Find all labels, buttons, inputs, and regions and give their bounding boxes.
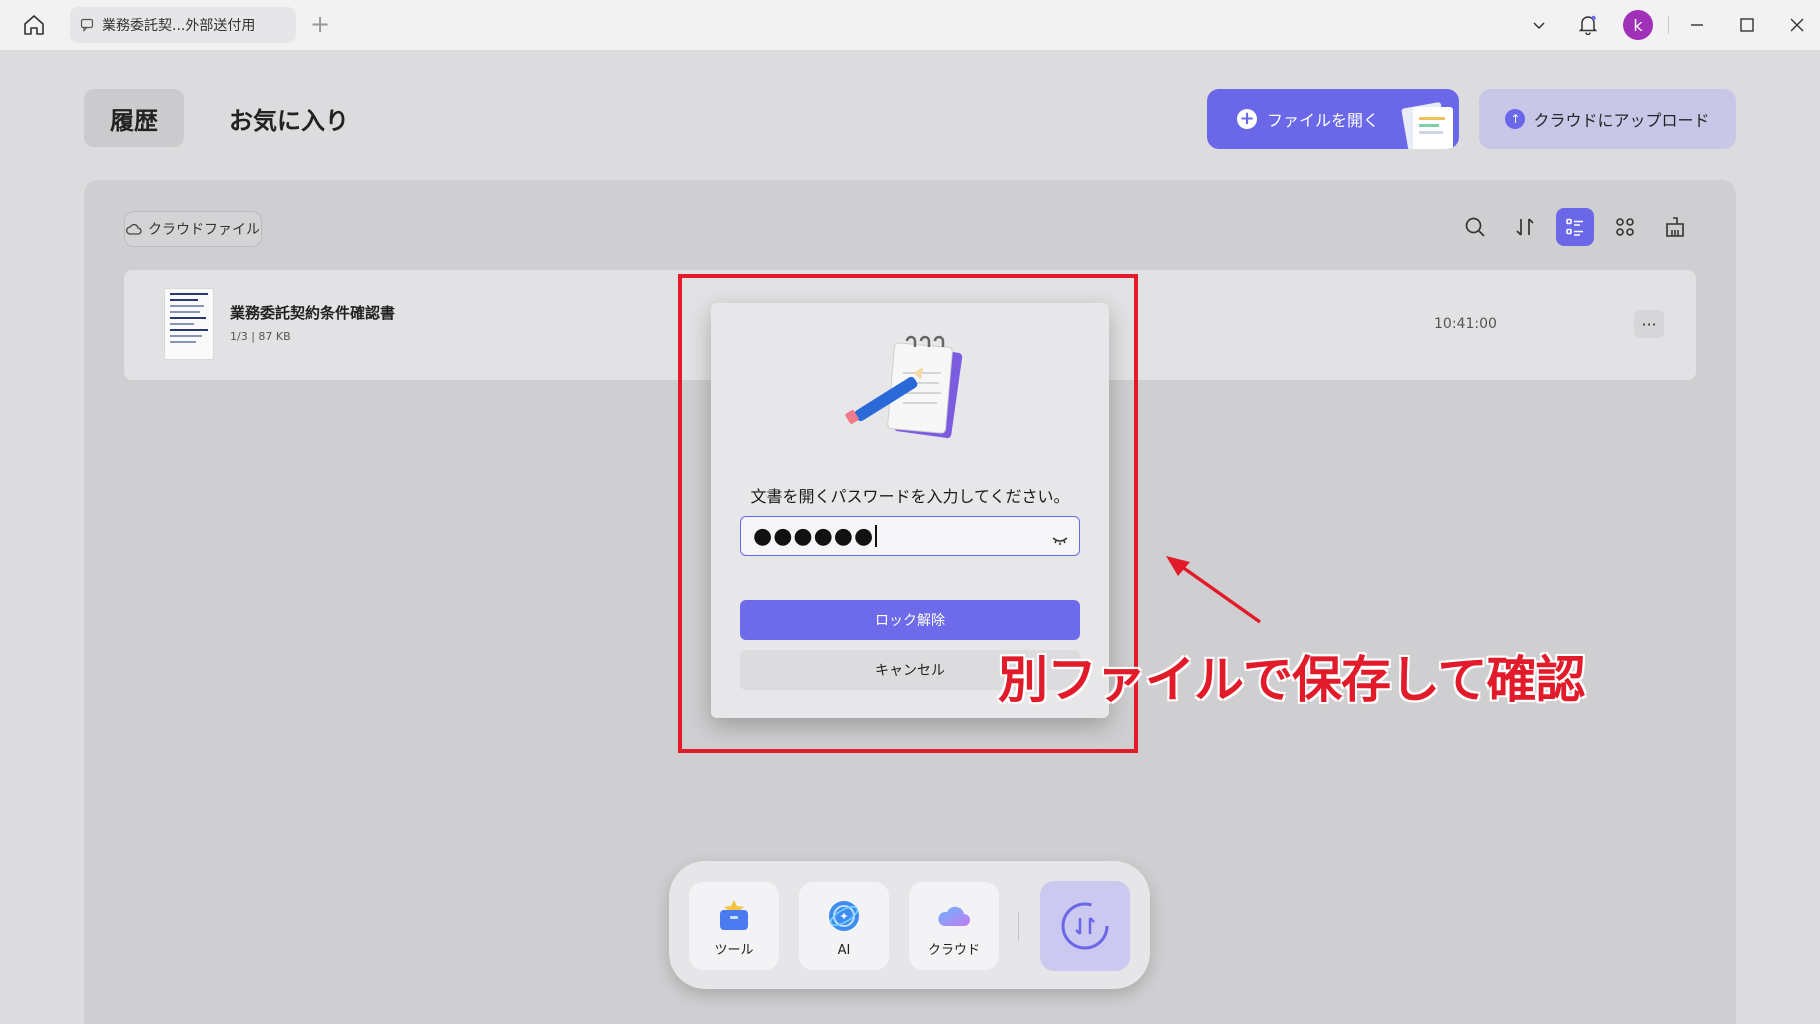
list-view-icon[interactable] xyxy=(1556,208,1594,246)
clean-icon[interactable] xyxy=(1656,208,1694,246)
sort-icon[interactable] xyxy=(1506,208,1544,246)
minimize-icon[interactable] xyxy=(1682,10,1712,40)
title-bar: 業務委託契...外部送付用 + k xyxy=(0,0,1820,50)
toolbox-icon xyxy=(720,900,748,930)
avatar[interactable]: k xyxy=(1623,10,1653,40)
grid-view-icon[interactable] xyxy=(1606,208,1644,246)
maximize-icon[interactable] xyxy=(1732,10,1762,40)
file-name: 業務委託契約条件確認書 xyxy=(230,304,396,322)
view-toolbar xyxy=(1456,208,1694,246)
document-thumbnail xyxy=(164,288,214,360)
new-tab-button[interactable]: + xyxy=(310,10,330,38)
cloud-files-label: クラウドファイル xyxy=(148,222,260,238)
dock-convert-button[interactable] xyxy=(1040,881,1130,971)
search-icon[interactable] xyxy=(1456,208,1494,246)
upload-cloud-button[interactable]: ↑ クラウドにアップロード xyxy=(1479,89,1736,149)
dock-cloud-label: クラウド xyxy=(927,943,980,958)
tab-title: 業務委託契...外部送付用 xyxy=(102,18,256,34)
upload-label: クラウドにアップロード xyxy=(1533,111,1710,130)
chevron-down-icon[interactable] xyxy=(1524,10,1554,40)
svg-text:✦: ✦ xyxy=(839,910,848,923)
dock-tools-label: ツール xyxy=(714,943,754,958)
annotation-arrow-icon xyxy=(1166,556,1262,624)
close-icon[interactable] xyxy=(1782,10,1812,40)
cloud-files-chip[interactable]: クラウドファイル xyxy=(124,211,262,247)
tab-favorites[interactable]: お気に入り xyxy=(214,89,364,147)
dock-tools-button[interactable]: ツール xyxy=(689,882,779,970)
dock-cloud-button[interactable]: クラウド xyxy=(909,882,999,970)
plus-icon: + xyxy=(1237,109,1257,129)
cloud-icon xyxy=(938,906,970,926)
open-file-button[interactable]: + ファイルを開く xyxy=(1207,89,1459,149)
convert-icon xyxy=(1061,902,1109,950)
bell-icon[interactable] xyxy=(1573,9,1603,39)
tab-history[interactable]: 履歴 xyxy=(84,89,184,147)
documents-illustration-icon xyxy=(1401,102,1453,149)
file-time: 10:41:00 xyxy=(1434,316,1497,332)
dock-divider xyxy=(1018,911,1019,941)
comment-icon xyxy=(80,17,96,33)
dock-ai-button[interactable]: ✦ AI xyxy=(799,882,889,970)
home-icon[interactable] xyxy=(20,11,48,39)
dock-ai-label: AI xyxy=(837,943,851,958)
bottom-dock: ツール ✦ AI クラウド xyxy=(669,861,1150,989)
divider xyxy=(1668,16,1669,34)
open-file-label: ファイルを開く xyxy=(1267,111,1380,130)
upload-icon: ↑ xyxy=(1505,109,1526,129)
cloud-icon xyxy=(126,222,142,236)
annotation-text: 別ファイルで保存して確認 xyxy=(998,651,1585,709)
file-meta: 1/3 | 87 KB xyxy=(230,330,291,343)
ai-icon: ✦ xyxy=(829,901,859,931)
more-options-button[interactable]: ··· xyxy=(1634,310,1664,338)
document-tab[interactable]: 業務委託契...外部送付用 xyxy=(70,7,296,43)
